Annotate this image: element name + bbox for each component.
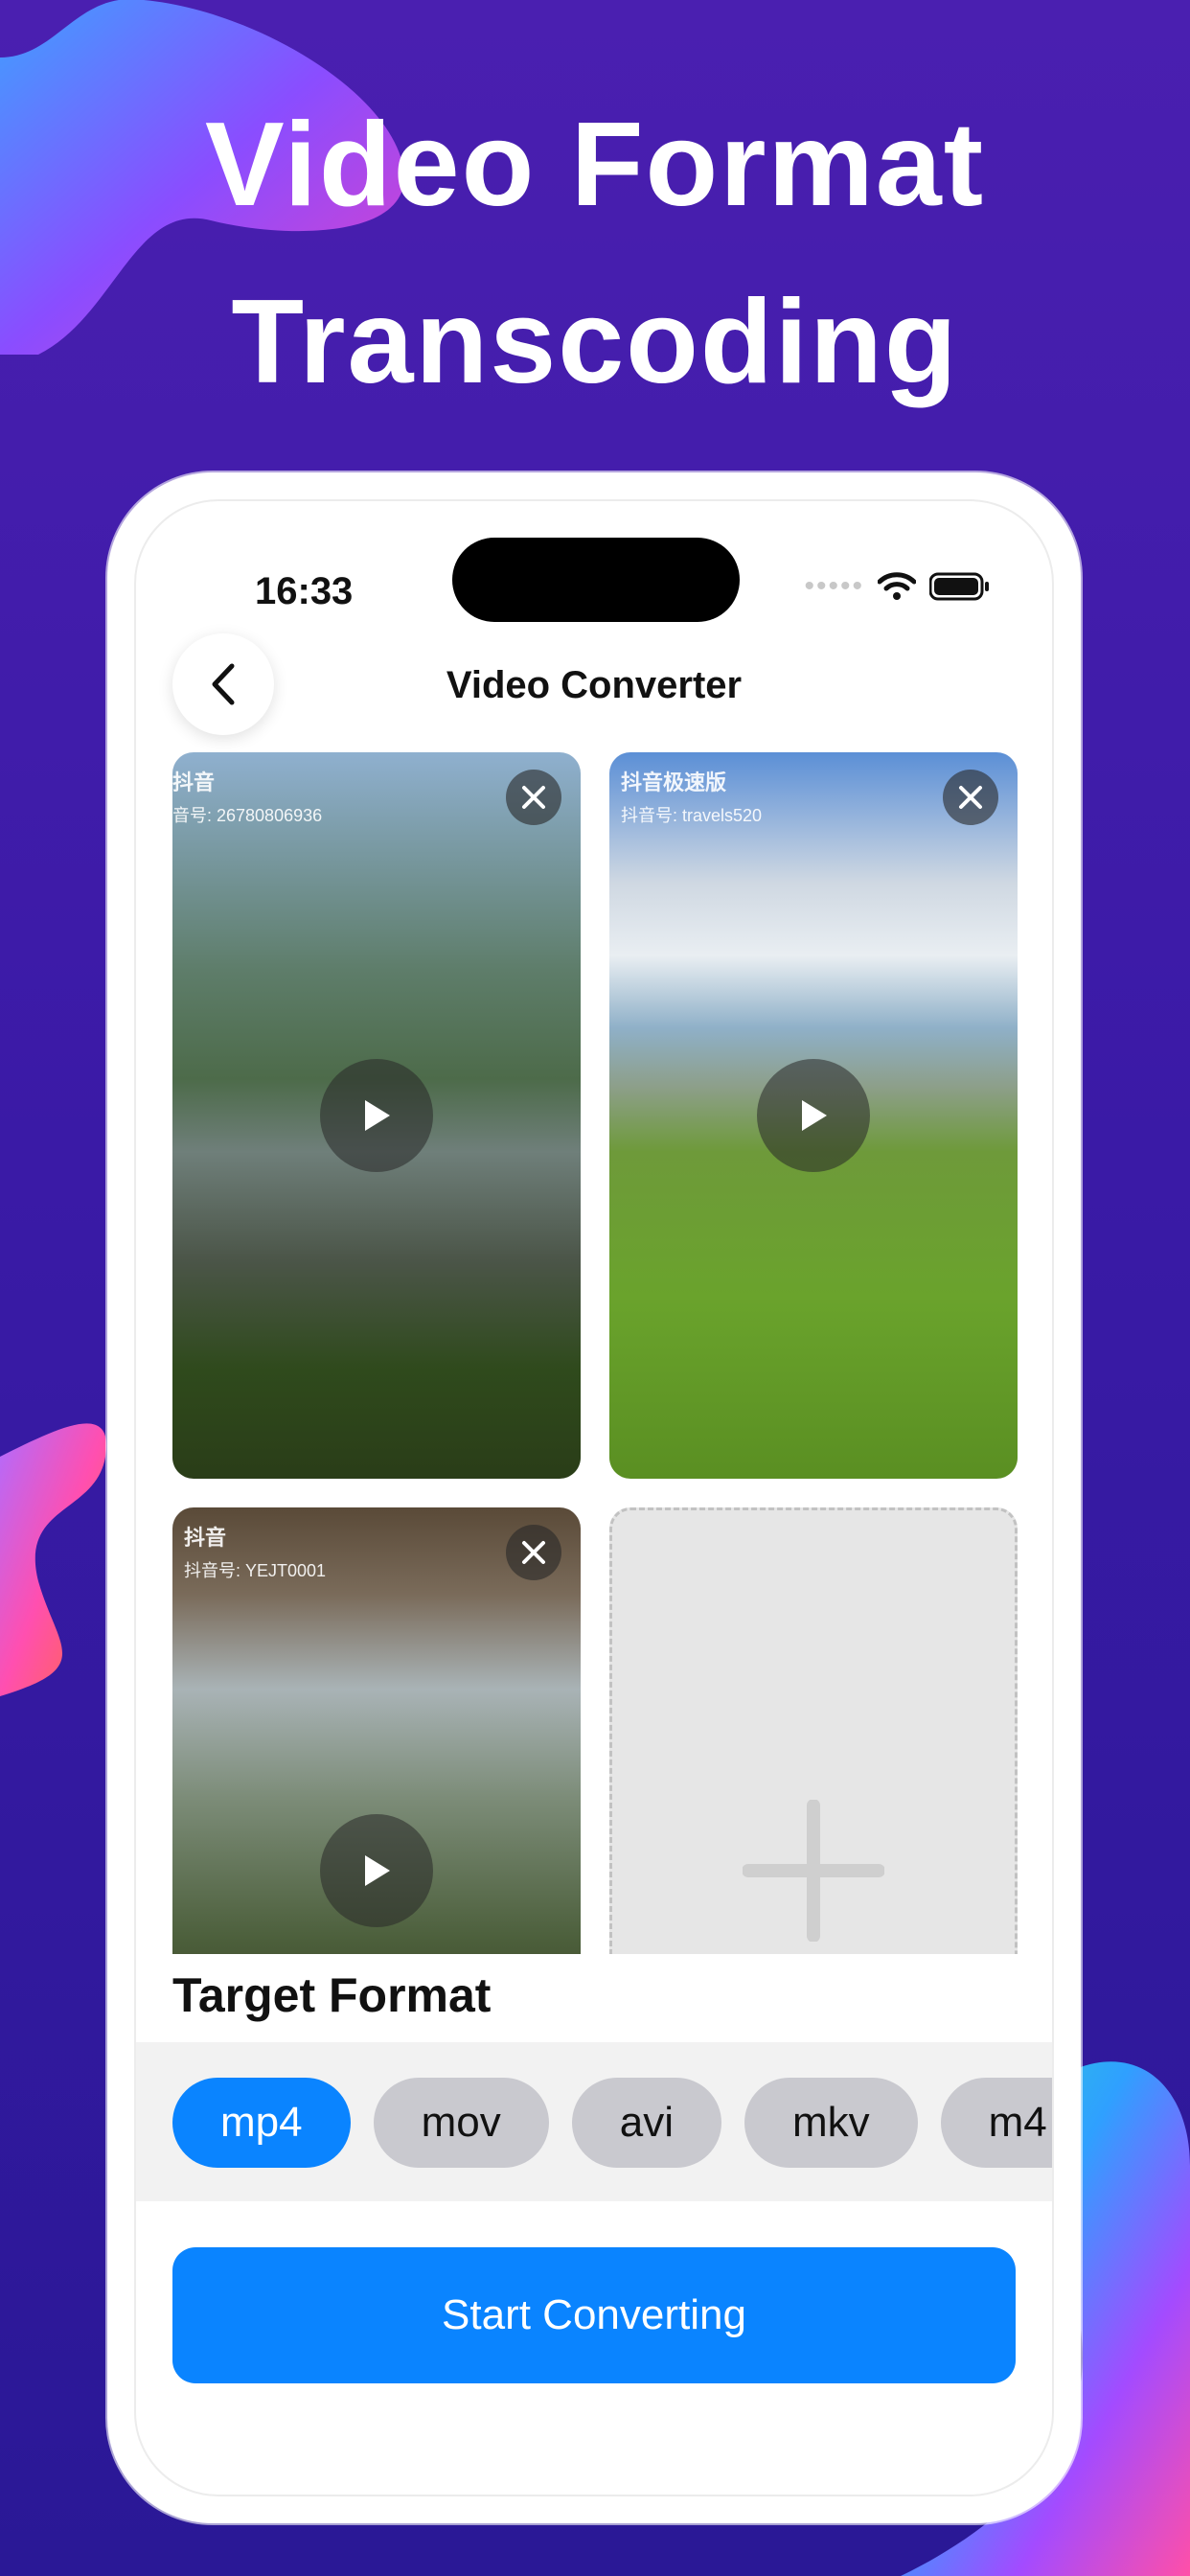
headline-line-1: Video Format	[204, 99, 986, 231]
wifi-icon	[878, 572, 916, 600]
video-thumbnail-2[interactable]: 抖音极速版 抖音号: travels520	[609, 752, 1018, 1479]
status-time: 16:33	[255, 570, 354, 612]
add-video-tile[interactable]	[609, 1507, 1018, 1954]
play-icon	[365, 1855, 390, 1886]
play-button[interactable]	[320, 1059, 433, 1172]
video-thumbnail-1[interactable]: 抖音 音号: 26780806936	[172, 752, 581, 1479]
format-chip-mp4[interactable]: mp4	[172, 2078, 351, 2168]
format-chip-m4[interactable]: m4	[940, 2078, 1052, 2168]
remove-video-button[interactable]	[506, 1525, 561, 1580]
video-thumbnail-3[interactable]: 抖音 抖音号: YEJT0001	[172, 1507, 581, 1954]
close-icon	[959, 786, 982, 809]
headline-line-2: Transcoding	[231, 276, 959, 408]
signal-dots-icon: •••••	[804, 570, 864, 602]
format-chip-mkv[interactable]: mkv	[744, 2078, 918, 2168]
app-screen: 16:33 ••••• Video Converter 抖音 音号: 26780…	[134, 499, 1054, 2496]
video-grid: 抖音 音号: 26780806936 抖音极速版 抖音号: travels520	[172, 752, 1018, 1954]
format-chips: mp4 mov avi mkv m4	[172, 2078, 1052, 2168]
play-icon	[365, 1100, 390, 1131]
decorative-ribbon-left	[0, 1423, 107, 1696]
video-watermark: 抖音极速版 抖音号: travels520	[621, 770, 763, 825]
target-format-title: Target Format	[172, 1968, 492, 2022]
plus-icon	[743, 1800, 884, 1942]
play-button[interactable]	[320, 1814, 433, 1927]
remove-video-button[interactable]	[943, 770, 998, 825]
dynamic-island	[452, 538, 740, 622]
play-icon	[802, 1100, 827, 1131]
page-title: Video Converter	[446, 664, 743, 706]
phone-frame: 16:33 ••••• Video Converter 抖音 音号: 26780…	[107, 472, 1081, 2523]
start-converting-button[interactable]: Start Converting	[172, 2247, 1016, 2383]
format-chip-mov[interactable]: mov	[373, 2078, 549, 2168]
format-chip-avi[interactable]: avi	[571, 2078, 721, 2168]
status-icons: •••••	[804, 570, 991, 603]
format-selector: mp4 mov avi mkv m4	[136, 2042, 1052, 2201]
battery-icon	[929, 572, 989, 601]
close-icon	[522, 786, 545, 809]
close-icon	[522, 1541, 545, 1564]
video-watermark: 抖音 音号: 26780806936	[172, 770, 323, 825]
play-button[interactable]	[757, 1059, 870, 1172]
headline: Video Format Transcoding	[0, 77, 1190, 431]
video-watermark: 抖音 抖音号: YEJT0001	[184, 1526, 327, 1580]
remove-video-button[interactable]	[506, 770, 561, 825]
